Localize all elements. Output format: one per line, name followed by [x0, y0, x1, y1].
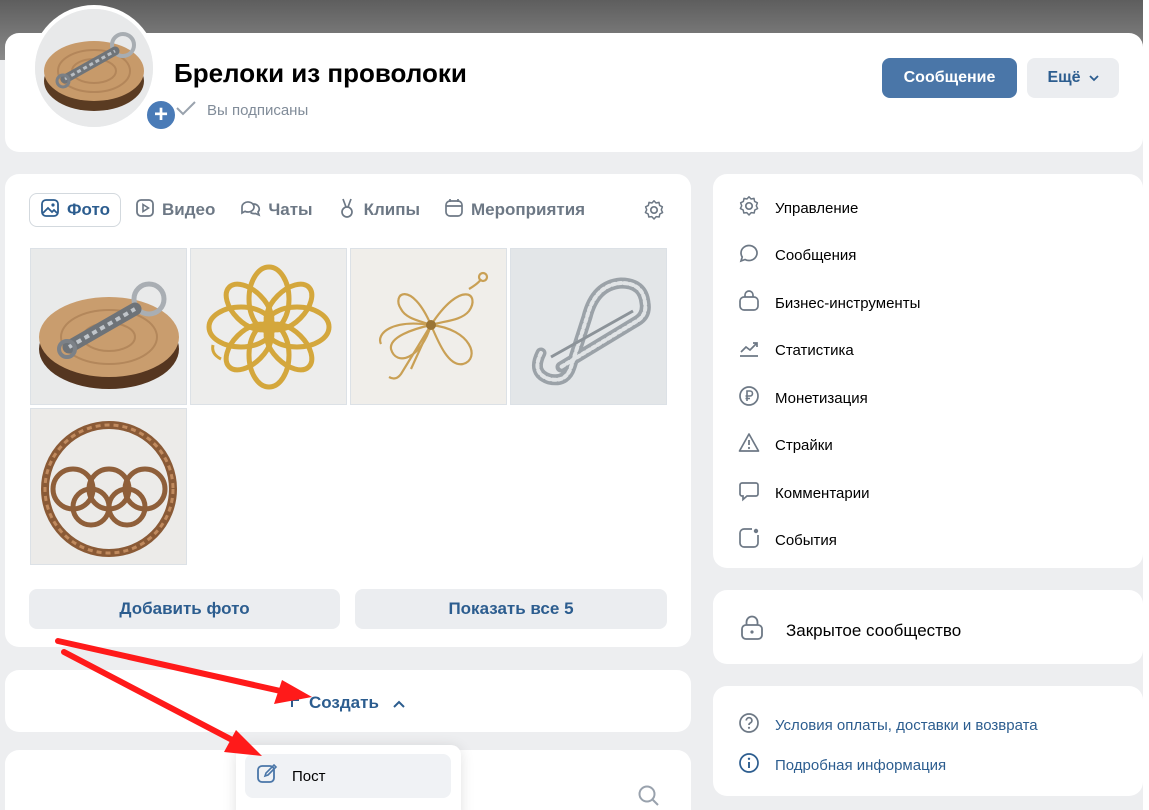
menu-item-messages[interactable]: Сообщения — [738, 242, 856, 268]
menu-item-label: Бизнес-инструменты — [775, 294, 921, 312]
payment-terms-label: Условия оплаты, доставки и возврата — [775, 716, 1038, 734]
add-photo-button[interactable]: Добавить фото — [29, 589, 340, 629]
warning-icon — [738, 432, 760, 458]
create-dropdown: Пост — [236, 745, 461, 810]
message-icon — [738, 242, 760, 268]
menu-item-label: Статистика — [775, 341, 854, 359]
tab-clips[interactable]: Клипы — [327, 193, 430, 227]
create-post-label: Пост — [292, 767, 326, 785]
tab-events-label: Мероприятия — [471, 200, 586, 219]
show-all-photos-button[interactable]: Показать все 5 — [355, 589, 667, 629]
chevron-down-icon — [1088, 69, 1099, 87]
community-type[interactable]: Закрытое сообщество — [740, 615, 961, 646]
tab-chats-label: Чаты — [268, 200, 313, 219]
bag-icon — [738, 290, 760, 316]
menu-item-management[interactable]: Управление — [738, 195, 858, 221]
tab-videos[interactable]: Видео — [125, 193, 225, 227]
tab-photos-label: Фото — [67, 200, 110, 219]
tab-clips-label: Клипы — [363, 200, 420, 219]
community-type-label: Закрытое сообщество — [786, 620, 962, 640]
menu-item-label: Монетизация — [775, 389, 868, 407]
menu-item-statistics[interactable]: Статистика — [738, 337, 854, 363]
menu-item-strikes[interactable]: Страйки — [738, 432, 833, 458]
gear-icon — [738, 195, 760, 221]
create-post-item[interactable]: Пост — [245, 754, 451, 798]
chevron-up-icon — [393, 693, 405, 713]
photo-tile[interactable] — [190, 248, 347, 405]
message-button[interactable]: Сообщение — [882, 58, 1017, 98]
edit-icon — [256, 763, 278, 789]
menu-item-comments[interactable]: Комментарии — [738, 480, 869, 506]
ruble-icon — [738, 385, 760, 411]
clips-icon — [337, 197, 357, 224]
community-type-card: Закрытое сообщество — [713, 590, 1143, 664]
menu-item-label: Управление — [775, 199, 859, 217]
more-info-label: Подробная информация — [775, 756, 947, 774]
tab-photos[interactable]: Фото — [29, 193, 121, 227]
change-avatar-button[interactable]: + — [144, 98, 178, 132]
create-section: Создать — [5, 670, 691, 732]
more-info-link[interactable]: Подробная информация — [738, 752, 946, 778]
image-icon — [40, 198, 60, 223]
tab-events[interactable]: Мероприятия — [434, 193, 595, 227]
question-icon — [738, 712, 760, 738]
menu-item-label: Комментарии — [775, 484, 870, 502]
avatar-frame: + — [31, 5, 178, 132]
subscription-status[interactable]: Вы подписаны — [175, 100, 308, 120]
photo-tile[interactable] — [350, 248, 507, 405]
create-button-label: Создать — [309, 692, 379, 712]
info-card: Условия оплаты, доставки и возврата Подр… — [713, 686, 1143, 796]
gear-icon — [643, 200, 665, 225]
more-button-label: Ещё — [1047, 69, 1081, 86]
search-icon[interactable] — [637, 784, 661, 810]
photo-tile[interactable] — [30, 248, 187, 405]
comment-icon — [738, 480, 760, 506]
calendar-icon — [444, 198, 464, 223]
menu-item-events[interactable]: События — [738, 527, 837, 553]
chats-icon — [239, 198, 261, 223]
group-header: + Брелоки из проволоки Вы подписаны Сооб… — [5, 5, 1143, 152]
more-button[interactable]: Ещё — [1027, 58, 1119, 98]
plus-icon — [283, 691, 301, 714]
tab-chats[interactable]: Чаты — [229, 193, 322, 227]
tab-videos-label: Видео — [161, 200, 216, 219]
media-section: Фото Видео Чаты Клипы Мероприятия Добави… — [5, 174, 691, 647]
video-icon — [135, 198, 155, 223]
media-tabs: Фото Видео Чаты Клипы Мероприятия — [29, 193, 595, 227]
create-button[interactable]: Создать — [283, 691, 405, 714]
avatar[interactable] — [35, 9, 153, 127]
payment-terms-link[interactable]: Условия оплаты, доставки и возврата — [738, 712, 1038, 738]
menu-item-monetization[interactable]: Монетизация — [738, 385, 868, 411]
menu-item-label: Сообщения — [775, 246, 857, 264]
page-edge — [1143, 0, 1149, 810]
event-icon — [738, 527, 760, 553]
menu-item-label: Страйки — [775, 436, 833, 454]
lock-icon — [740, 615, 764, 646]
photo-tile[interactable] — [510, 248, 667, 405]
subscription-status-label: Вы подписаны — [207, 101, 309, 119]
photo-tile[interactable] — [30, 408, 187, 565]
management-menu: Управление Сообщения Бизнес-инструменты … — [713, 174, 1143, 568]
menu-item-label: События — [775, 531, 837, 549]
info-icon — [738, 752, 760, 778]
check-icon — [175, 100, 197, 120]
menu-item-business-tools[interactable]: Бизнес-инструменты — [738, 290, 920, 316]
media-settings-button[interactable] — [643, 199, 665, 226]
trend-icon — [738, 337, 760, 363]
group-title: Брелоки из проволоки — [174, 58, 467, 88]
